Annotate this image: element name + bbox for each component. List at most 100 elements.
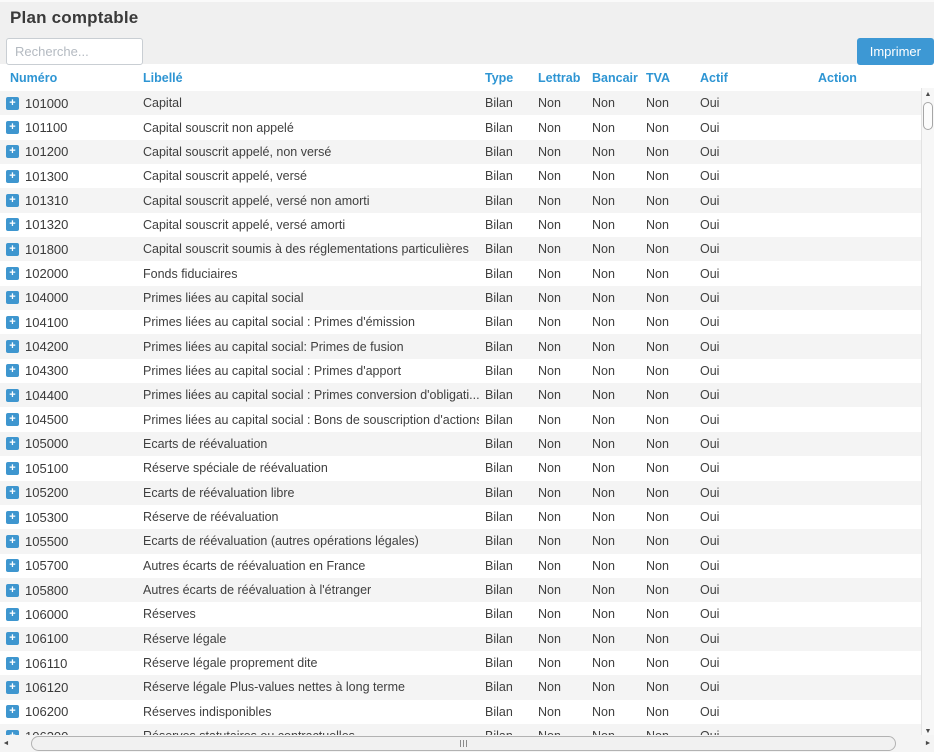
- horizontal-scrollbar-thumb[interactable]: [31, 736, 896, 751]
- type-cell: Bilan: [479, 242, 532, 256]
- expand-icon[interactable]: +: [6, 486, 19, 499]
- expand-icon[interactable]: +: [6, 145, 19, 158]
- table-row[interactable]: + 104000 Primes liées au capital social …: [0, 286, 934, 310]
- table-row[interactable]: + 106000 Réserves Bilan Non Non Non Oui: [0, 602, 934, 626]
- lettrab-cell: Non: [532, 486, 586, 500]
- expand-icon[interactable]: +: [6, 462, 19, 475]
- expand-icon[interactable]: +: [6, 584, 19, 597]
- numero-value: 105700: [25, 558, 68, 573]
- table-row[interactable]: + 104200 Primes liées au capital social:…: [0, 334, 934, 358]
- scroll-left-icon[interactable]: ◄: [0, 735, 12, 752]
- type-cell: Bilan: [479, 169, 532, 183]
- expand-icon[interactable]: +: [6, 121, 19, 134]
- scroll-up-icon[interactable]: ▲: [922, 88, 934, 100]
- horizontal-scrollbar[interactable]: ◄ ►: [0, 735, 934, 752]
- expand-icon[interactable]: +: [6, 194, 19, 207]
- expand-icon[interactable]: +: [6, 170, 19, 183]
- expand-icon[interactable]: +: [6, 705, 19, 718]
- table-row[interactable]: + 102000 Fonds fiduciaires Bilan Non Non…: [0, 261, 934, 285]
- numero-cell: + 101000: [0, 96, 137, 111]
- column-header-libelle[interactable]: Libellé: [137, 71, 479, 85]
- column-header-type[interactable]: Type: [479, 71, 532, 85]
- scroll-right-icon[interactable]: ►: [922, 735, 934, 752]
- table-row[interactable]: + 104100 Primes liées au capital social …: [0, 310, 934, 334]
- table-row[interactable]: + 106110 Réserve légale proprement dite …: [0, 651, 934, 675]
- expand-icon[interactable]: +: [6, 657, 19, 670]
- bancair-cell: Non: [586, 656, 640, 670]
- actif-cell: Oui: [694, 96, 812, 110]
- expand-icon[interactable]: +: [6, 291, 19, 304]
- numero-value: 101320: [25, 217, 68, 232]
- expand-icon[interactable]: +: [6, 632, 19, 645]
- table-row[interactable]: + 101300 Capital souscrit appelé, versé …: [0, 164, 934, 188]
- search-input[interactable]: [6, 38, 143, 65]
- tva-cell: Non: [640, 656, 694, 670]
- libelle-cell: Réserve spéciale de réévaluation: [137, 461, 479, 475]
- table-row[interactable]: + 105100 Réserve spéciale de réévaluatio…: [0, 456, 934, 480]
- tva-cell: Non: [640, 413, 694, 427]
- actif-cell: Oui: [694, 121, 812, 135]
- lettrab-cell: Non: [532, 583, 586, 597]
- expand-icon[interactable]: +: [6, 437, 19, 450]
- type-cell: Bilan: [479, 121, 532, 135]
- table-row[interactable]: + 105700 Autres écarts de réévaluation e…: [0, 554, 934, 578]
- type-cell: Bilan: [479, 486, 532, 500]
- vertical-scrollbar[interactable]: ▲ ▼: [921, 88, 934, 737]
- numero-value: 105500: [25, 534, 68, 549]
- expand-icon[interactable]: +: [6, 97, 19, 110]
- table-row[interactable]: + 101310 Capital souscrit appelé, versé …: [0, 188, 934, 212]
- expand-icon[interactable]: +: [6, 681, 19, 694]
- vertical-scrollbar-thumb[interactable]: [923, 102, 933, 130]
- column-header-tva[interactable]: TVA: [640, 71, 694, 85]
- table-row[interactable]: + 101200 Capital souscrit appelé, non ve…: [0, 140, 934, 164]
- actif-cell: Oui: [694, 218, 812, 232]
- numero-cell: + 105500: [0, 534, 137, 549]
- numero-value: 101300: [25, 169, 68, 184]
- table-row[interactable]: + 101320 Capital souscrit appelé, versé …: [0, 213, 934, 237]
- expand-icon[interactable]: +: [6, 267, 19, 280]
- column-header-actif[interactable]: Actif: [694, 71, 812, 85]
- numero-value: 104200: [25, 339, 68, 354]
- numero-value: 101200: [25, 144, 68, 159]
- expand-icon[interactable]: +: [6, 364, 19, 377]
- table-row[interactable]: + 101000 Capital Bilan Non Non Non Oui: [0, 91, 934, 115]
- table-row[interactable]: + 106120 Réserve légale Plus-values nett…: [0, 675, 934, 699]
- table-row[interactable]: + 105800 Autres écarts de réévaluation à…: [0, 578, 934, 602]
- libelle-cell: Réserves indisponibles: [137, 705, 479, 719]
- table-row[interactable]: + 105000 Ecarts de réévaluation Bilan No…: [0, 432, 934, 456]
- table-row[interactable]: + 104500 Primes liées au capital social …: [0, 407, 934, 431]
- tva-cell: Non: [640, 242, 694, 256]
- table-row[interactable]: + 104300 Primes liées au capital social …: [0, 359, 934, 383]
- expand-icon[interactable]: +: [6, 413, 19, 426]
- table-row[interactable]: + 105200 Ecarts de réévaluation libre Bi…: [0, 481, 934, 505]
- numero-cell: + 106120: [0, 680, 137, 695]
- tva-cell: Non: [640, 534, 694, 548]
- lettrab-cell: Non: [532, 145, 586, 159]
- column-header-numero[interactable]: Numéro: [0, 71, 137, 85]
- table-row[interactable]: + 101100 Capital souscrit non appelé Bil…: [0, 115, 934, 139]
- table-row[interactable]: + 105500 Ecarts de réévaluation (autres …: [0, 529, 934, 553]
- table-row[interactable]: + 101800 Capital souscrit soumis à des r…: [0, 237, 934, 261]
- table-row[interactable]: + 105300 Réserve de réévaluation Bilan N…: [0, 505, 934, 529]
- expand-icon[interactable]: +: [6, 608, 19, 621]
- expand-icon[interactable]: +: [6, 218, 19, 231]
- expand-icon[interactable]: +: [6, 535, 19, 548]
- expand-icon[interactable]: +: [6, 243, 19, 256]
- column-header-lettrab[interactable]: Lettrab: [532, 71, 586, 85]
- table-row[interactable]: + 106100 Réserve légale Bilan Non Non No…: [0, 627, 934, 651]
- column-header-bancair[interactable]: Bancair: [586, 71, 640, 85]
- expand-icon[interactable]: +: [6, 511, 19, 524]
- print-button[interactable]: Imprimer: [857, 38, 934, 65]
- expand-icon[interactable]: +: [6, 559, 19, 572]
- expand-icon[interactable]: +: [6, 389, 19, 402]
- topbar: Plan comptable Imprimer: [0, 0, 934, 64]
- type-cell: Bilan: [479, 413, 532, 427]
- actif-cell: Oui: [694, 632, 812, 646]
- expand-icon[interactable]: +: [6, 316, 19, 329]
- table-row[interactable]: + 106200 Réserves indisponibles Bilan No…: [0, 700, 934, 724]
- numero-cell: + 105100: [0, 461, 137, 476]
- actif-cell: Oui: [694, 242, 812, 256]
- expand-icon[interactable]: +: [6, 340, 19, 353]
- bancair-cell: Non: [586, 705, 640, 719]
- table-row[interactable]: + 104400 Primes liées au capital social …: [0, 383, 934, 407]
